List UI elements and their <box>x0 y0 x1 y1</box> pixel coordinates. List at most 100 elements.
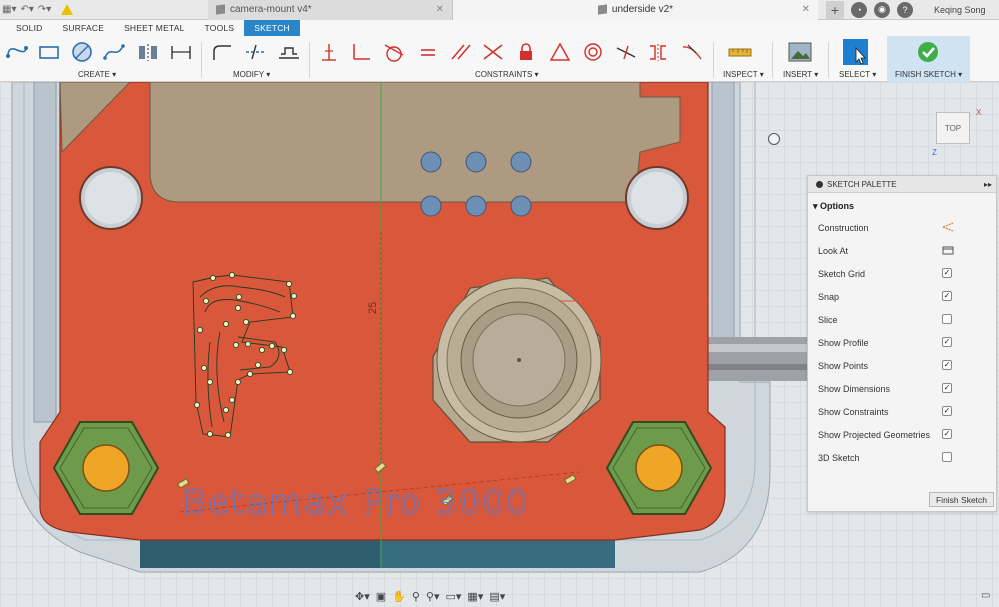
inspect-menu[interactable]: INSPECT ▾ <box>723 70 764 79</box>
offset-tool-icon[interactable] <box>276 40 302 64</box>
options-section[interactable]: ▾ Options <box>808 193 996 216</box>
title-bar-controls: ▦▾ ↶▾ ↷▾ <box>0 4 208 15</box>
close-tab-icon[interactable]: ✕ <box>802 4 810 15</box>
option-construction[interactable]: Construction <box>808 216 996 239</box>
3d-sketch-checkbox[interactable] <box>942 452 952 462</box>
snap-checkbox[interactable]: ✓ <box>942 291 952 301</box>
navigation-bar: ✥▾ ▣ ✋ ⚲ ⚲▾ ▭▾ ▦▾ ▤▾ <box>355 588 505 604</box>
tangent-constraint-icon[interactable] <box>381 40 407 64</box>
option-label: Slice <box>818 314 838 325</box>
fillet-tool-icon[interactable] <box>209 40 235 64</box>
concentric-constraint-icon[interactable] <box>580 40 606 64</box>
collinear-constraint-icon[interactable] <box>480 40 506 64</box>
tab-sheet-metal[interactable]: SHEET METAL <box>114 20 194 36</box>
measure-tool-icon[interactable] <box>727 40 753 64</box>
orbit-icon[interactable]: ✥▾ <box>355 590 370 603</box>
option-show-profile[interactable]: Show Profile ✓ <box>808 331 996 354</box>
option-snap[interactable]: Snap ✓ <box>808 285 996 308</box>
display-settings-icon[interactable]: ▭▾ <box>446 590 462 603</box>
option-slice[interactable]: Slice <box>808 308 996 331</box>
grid-menu-icon[interactable]: ▦▾ <box>2 4 16 15</box>
option-label: Show Projected Geometries <box>818 429 931 440</box>
zoom-icon[interactable]: ⚲ <box>412 590 420 603</box>
line-tool-icon[interactable] <box>4 40 30 64</box>
slice-checkbox[interactable] <box>942 314 952 324</box>
finish-sketch-button[interactable]: FINISH SKETCH ▾ <box>887 36 970 82</box>
ribbon-separator <box>201 42 202 78</box>
equal-constraint-icon[interactable] <box>415 40 441 64</box>
look-at-nav-icon[interactable]: ▣ <box>376 590 386 603</box>
show-points-checkbox[interactable]: ✓ <box>942 360 952 370</box>
option-show-points[interactable]: Show Points ✓ <box>808 354 996 377</box>
option-show-dimensions[interactable]: Show Dimensions ✓ <box>808 377 996 400</box>
comments-icon[interactable]: ▭ <box>981 590 990 601</box>
show-dimensions-checkbox[interactable]: ✓ <box>942 383 952 393</box>
rectangle-tool-icon[interactable] <box>36 40 62 64</box>
look-at-icon[interactable] <box>942 245 954 255</box>
grid-settings-icon[interactable]: ▦▾ <box>467 590 483 603</box>
document-tab-underside[interactable]: underside v2* ✕ <box>453 0 818 20</box>
undo-icon[interactable]: ↶▾ <box>20 4 33 15</box>
tab-solid[interactable]: SOLID <box>6 20 53 36</box>
show-constraints-checkbox[interactable]: ✓ <box>942 406 952 416</box>
notifications-icon[interactable]: ◉ <box>874 1 890 18</box>
tab-tools[interactable]: TOOLS <box>195 20 245 36</box>
constraints-menu[interactable]: CONSTRAINTS ▾ <box>475 70 539 79</box>
fix-constraint-icon[interactable] <box>513 40 539 64</box>
show-projected-geometries-checkbox[interactable]: ✓ <box>942 429 952 439</box>
expand-icon[interactable]: ▸▸ <box>984 180 992 189</box>
midpoint-constraint-icon[interactable] <box>547 40 573 64</box>
mirror-tool-icon[interactable] <box>135 40 161 64</box>
help-icon[interactable]: ? <box>897 1 913 18</box>
construction-icon[interactable] <box>942 222 954 232</box>
perpendicular-constraint-icon[interactable] <box>348 40 374 64</box>
insert-menu[interactable]: INSERT ▾ <box>783 70 818 79</box>
document-tab-camera-mount[interactable]: camera-mount v4* ✕ <box>208 0 453 20</box>
option-look-at[interactable]: Look At <box>808 239 996 262</box>
redo-icon[interactable]: ↷▾ <box>38 4 51 15</box>
parallel-constraint-icon[interactable] <box>448 40 474 64</box>
viewports-icon[interactable]: ▤▾ <box>489 590 505 603</box>
warning-icon[interactable] <box>61 4 74 15</box>
title-bar: ▦▾ ↶▾ ↷▾ camera-mount v4* ✕ underside v2… <box>0 0 999 20</box>
select-tool-icon[interactable] <box>842 39 868 65</box>
option-sketch-grid[interactable]: Sketch Grid ✓ <box>808 262 996 285</box>
ribbon-separator <box>309 42 310 78</box>
finish-sketch-palette-button[interactable]: Finish Sketch <box>929 492 994 507</box>
select-menu[interactable]: SELECT ▾ <box>839 70 876 79</box>
new-tab-button[interactable]: + <box>826 0 844 19</box>
symmetry-constraint-icon[interactable] <box>645 40 671 64</box>
horizontal-vertical-constraint-icon[interactable] <box>613 40 639 64</box>
circle-tool-icon[interactable] <box>69 40 95 64</box>
option-show-projected-geometries[interactable]: Show Projected Geometries ✓ <box>808 423 996 446</box>
user-name[interactable]: Keqing Song <box>934 5 986 15</box>
zoom-window-icon[interactable]: ⚲▾ <box>426 590 440 603</box>
ribbon-tools: CREATE ▾ MODIFY ▾ CONSTRAINTS ▾ INSPECT … <box>0 36 999 82</box>
view-cube[interactable]: TOP X Z <box>930 108 981 157</box>
sketch-text[interactable]: Betamax Pro 3000 <box>183 483 530 524</box>
sketch-grid-checkbox[interactable]: ✓ <box>942 268 952 278</box>
ribbon-tabs: SOLID SURFACE SHEET METAL TOOLS SKETCH <box>0 20 999 36</box>
document-icon <box>597 4 607 15</box>
show-profile-checkbox[interactable]: ✓ <box>942 337 952 347</box>
insert-image-icon[interactable] <box>787 40 813 64</box>
coincident-constraint-icon[interactable] <box>316 40 342 64</box>
option-show-constraints[interactable]: Show Constraints ✓ <box>808 400 996 423</box>
create-menu[interactable]: CREATE ▾ <box>78 70 116 79</box>
close-tab-icon[interactable]: ✕ <box>436 4 444 15</box>
job-status-icon[interactable]: ◔ <box>851 1 867 18</box>
collapse-icon[interactable] <box>816 180 823 188</box>
option-3d-sketch[interactable]: 3D Sketch <box>808 446 996 469</box>
trim-tool-icon[interactable] <box>243 40 269 64</box>
curvature-constraint-icon[interactable] <box>679 40 705 64</box>
sketch-palette-header[interactable]: SKETCH PALETTE ▸▸ <box>808 176 996 193</box>
option-label: Sketch Grid <box>818 268 866 279</box>
tab-sketch[interactable]: SKETCH <box>244 20 300 36</box>
spline-tool-icon[interactable] <box>101 40 127 64</box>
pan-icon[interactable]: ✋ <box>392 590 406 603</box>
tab-surface[interactable]: SURFACE <box>53 20 115 36</box>
dimension-tool-icon[interactable] <box>168 40 194 64</box>
view-cube-face[interactable]: TOP <box>936 112 970 144</box>
dimension-label[interactable]: 25 <box>367 302 379 314</box>
modify-menu[interactable]: MODIFY ▾ <box>233 70 270 79</box>
